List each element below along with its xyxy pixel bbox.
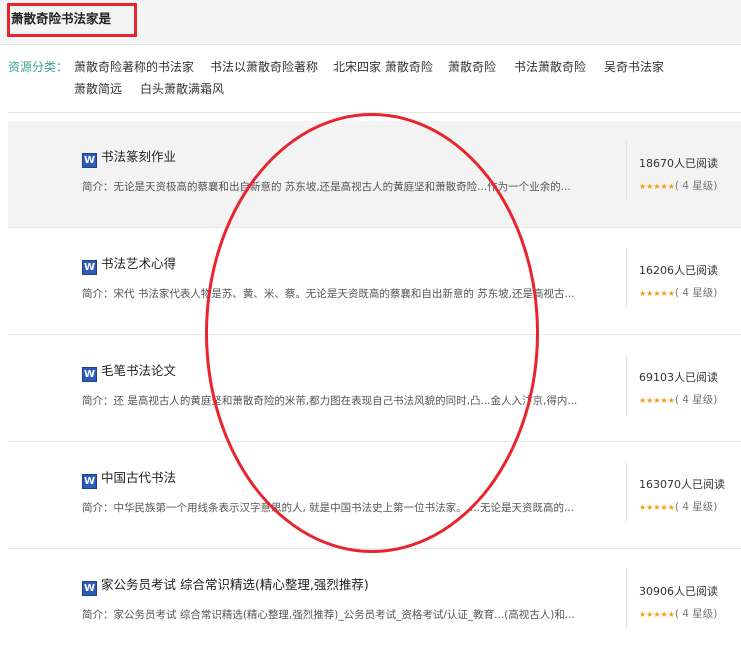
category-label: 资源分类：	[8, 60, 69, 74]
column-divider	[626, 141, 627, 201]
read-count: 69103人已阅读	[639, 371, 718, 384]
category-link[interactable]: 书法以萧散奇险著称	[210, 56, 318, 78]
word-doc-icon: W	[82, 581, 97, 596]
result-title: 中国古代书法	[101, 470, 177, 485]
category-link[interactable]: 吴奇书法家	[604, 56, 664, 78]
result-row: W 中国古代书法 简介：中华民族第一个用线条表示汉字意思的人, 就是中国书法史上第…	[8, 442, 741, 549]
result-title: 书法艺术心得	[101, 256, 177, 271]
result-description: 简介：无论是天资极高的蔡襄和出自新意的 苏东坡,还是高视古人的黄庭坚和萧散奇险.…	[82, 181, 571, 193]
rating-label: ( 4 星级)	[674, 180, 718, 192]
result-description: 简介：中华民族第一个用线条表示汉字意思的人, 就是中国书法史上第一位书法家。 .…	[82, 502, 575, 514]
star-rating-icon: ★★★★★	[639, 396, 675, 405]
star-rating-icon: ★★★★★	[639, 289, 675, 298]
read-count: 16206人已阅读	[639, 264, 718, 277]
category-link[interactable]: 萧散奇险	[448, 56, 496, 78]
category-link[interactable]: 萧散奇险著称的书法家	[74, 56, 194, 78]
result-description: 简介：宋代 书法家代表人物是苏、黄、米、蔡。无论是天资既高的蔡襄和自出新意的 苏…	[82, 288, 575, 300]
rating-label: ( 4 星级)	[674, 394, 718, 406]
result-row: W 书法篆刻作业 简介：无论是天资极高的蔡襄和出自新意的 苏东坡,还是高视古人的黄…	[8, 121, 741, 228]
word-doc-icon: W	[82, 367, 97, 382]
result-title-link[interactable]: W 书法艺术心得	[82, 253, 176, 275]
result-title-link[interactable]: W 毛笔书法论文	[82, 360, 176, 382]
rating: ★★★★★( 4 星级)	[639, 606, 717, 621]
rating-label: ( 4 星级)	[674, 287, 718, 299]
read-count: 30906人已阅读	[639, 585, 718, 598]
result-description: 简介：还 是高视古人的黄庭坚和萧散奇险的米芾,都力图在表现自己书法风貌的同时,凸…	[82, 395, 578, 407]
result-title: 家公务员考试 综合常识精选(精心整理,强烈推荐)	[101, 577, 369, 592]
result-row: W 书法艺术心得 简介：宋代 书法家代表人物是苏、黄、米、蔡。无论是天资既高的蔡襄…	[8, 228, 741, 335]
rating-label: ( 4 星级)	[674, 608, 718, 620]
result-title-link[interactable]: W 家公务员考试 综合常识精选(精心整理,强烈推荐)	[82, 574, 369, 596]
rating: ★★★★★( 4 星级)	[639, 285, 717, 300]
word-doc-icon: W	[82, 474, 97, 489]
read-count: 18670人已阅读	[639, 157, 718, 170]
rating-label: ( 4 星级)	[674, 501, 718, 513]
rating: ★★★★★( 4 星级)	[639, 499, 717, 514]
page-title: 萧散奇险书法家是	[11, 11, 112, 26]
word-doc-icon: W	[82, 153, 97, 168]
category-link[interactable]: 白头萧散满霜风	[140, 78, 224, 100]
word-doc-icon: W	[82, 260, 97, 275]
column-divider	[626, 355, 627, 415]
result-description: 简介：家公务员考试 综合常识精选(精心整理,强烈推荐)_公务员考试_资格考试/认…	[82, 609, 575, 621]
category-link[interactable]: 书法萧散奇险	[514, 56, 586, 78]
read-count: 163070人已阅读	[639, 478, 725, 491]
rating: ★★★★★( 4 星级)	[639, 392, 717, 407]
result-row: W 家公务员考试 综合常识精选(精心整理,强烈推荐) 简介：家公务员考试 综合常识…	[8, 549, 741, 655]
category-link[interactable]: 北宋四家 萧散奇险	[333, 56, 433, 78]
column-divider	[626, 248, 627, 308]
section-divider	[8, 112, 741, 113]
rating: ★★★★★( 4 星级)	[639, 178, 717, 193]
column-divider	[626, 569, 627, 629]
star-rating-icon: ★★★★★	[639, 182, 675, 191]
category-link[interactable]: 萧散简远	[74, 78, 122, 100]
result-row: W 毛笔书法论文 简介：还 是高视古人的黄庭坚和萧散奇险的米芾,都力图在表现自己书…	[8, 335, 741, 442]
column-divider	[626, 462, 627, 522]
result-title: 书法篆刻作业	[101, 149, 177, 164]
result-title-link[interactable]: W 书法篆刻作业	[82, 146, 176, 168]
page-header: 萧散奇险书法家是	[0, 0, 741, 45]
star-rating-icon: ★★★★★	[639, 503, 675, 512]
result-title: 毛笔书法论文	[101, 363, 177, 378]
star-rating-icon: ★★★★★	[639, 610, 675, 619]
result-title-link[interactable]: W 中国古代书法	[82, 467, 176, 489]
